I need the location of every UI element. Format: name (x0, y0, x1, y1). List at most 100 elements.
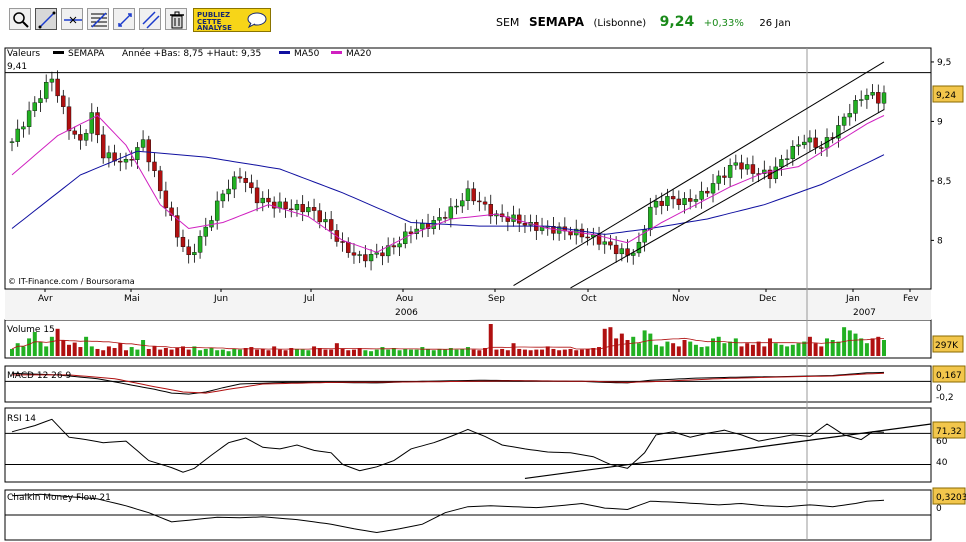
volume-bar (300, 349, 305, 356)
volume-bar (722, 343, 727, 356)
volume-bar (807, 336, 812, 356)
volume-bar (38, 341, 43, 356)
candle-body (32, 102, 37, 111)
volume-bar (158, 349, 163, 356)
month-label: Jan (845, 294, 860, 304)
volume-bar (72, 342, 77, 356)
candle-body (317, 210, 322, 223)
volume-bar (716, 336, 721, 356)
candle-body (482, 201, 488, 205)
candle-body (146, 139, 151, 163)
candle-body (437, 217, 442, 221)
candle-body (311, 207, 317, 211)
candle-body (197, 236, 203, 253)
candle-body (55, 78, 60, 97)
volume-bar (876, 336, 881, 356)
volume-bar (414, 349, 419, 356)
volume-bar (112, 348, 117, 356)
candle-body (214, 200, 220, 221)
volume-bar (574, 350, 579, 356)
candle-body (49, 78, 55, 83)
candle-body (784, 158, 790, 160)
volume-bar (351, 349, 356, 356)
volume-bar (66, 344, 71, 356)
fibonacci-icon[interactable] (87, 8, 109, 30)
volume-bar (813, 343, 818, 356)
volume-bar (346, 350, 351, 356)
volume-bar (853, 333, 858, 356)
candle-body (665, 196, 670, 206)
trash-icon[interactable] (165, 8, 187, 30)
volume-bar (762, 346, 767, 356)
volume-bar (728, 341, 733, 356)
speech-bubble-icon (247, 12, 267, 28)
month-label: Avr (38, 294, 53, 304)
rsi-tick-40: 40 (936, 458, 948, 468)
volume-bar (682, 340, 687, 356)
candle-body (351, 252, 357, 256)
volume-bar (773, 343, 778, 356)
volume-bar (551, 348, 556, 356)
candle-body (249, 182, 254, 189)
candle-body (220, 193, 226, 202)
volume-bar (397, 350, 402, 356)
volume-bar (237, 349, 242, 356)
candle-body (100, 134, 106, 159)
cmf-pane-title: Chalkin Money Flow 21 (7, 493, 111, 503)
candle-body (670, 196, 676, 200)
rsi-tick-60: 60 (936, 437, 948, 447)
volume-bar (768, 338, 773, 356)
publish-analysis-button[interactable]: PUBLIEZ CETTE ANALYSE (193, 8, 271, 32)
candle-body (853, 100, 858, 114)
month-label: Oct (581, 294, 597, 304)
volume-bar (511, 343, 516, 356)
semapa-legend-swatch (53, 51, 64, 54)
candle-body (608, 241, 613, 246)
draw-line-icon[interactable] (35, 8, 57, 30)
horizontal-line-icon[interactable] (61, 8, 83, 30)
ma50-legend-swatch (279, 51, 290, 54)
volume-bar (517, 348, 522, 356)
volume-bar (95, 348, 100, 356)
volume-bar (129, 347, 134, 356)
candle-body (864, 94, 870, 100)
price-pane-title: Valeurs (7, 49, 40, 59)
candle-body (300, 204, 305, 213)
candle-body (89, 112, 94, 134)
vertical-line-icon[interactable] (113, 8, 135, 30)
month-label: Sep (488, 294, 505, 304)
candle-body (722, 175, 727, 178)
volume-bar (454, 349, 459, 356)
volume-bar (380, 347, 385, 356)
volume-bar (802, 341, 807, 356)
candle-body (750, 164, 756, 174)
cmf-line (11, 493, 885, 534)
candle-body (648, 206, 653, 230)
volume-bar (579, 349, 584, 356)
zoom-icon[interactable] (9, 8, 31, 30)
macd-tick-neg: -0,2 (936, 393, 954, 403)
candle-body (397, 243, 402, 248)
date-axis-band (5, 289, 931, 320)
candle-body (517, 214, 522, 224)
parallel-lines-icon[interactable] (139, 8, 161, 30)
volume-bar (779, 344, 784, 356)
volume-bar (277, 349, 282, 356)
volume-bar (465, 347, 470, 356)
volume-bar (471, 349, 476, 356)
candle-body (807, 137, 813, 143)
candle-body (779, 159, 784, 168)
candle-body (266, 197, 271, 203)
volume-bar (642, 330, 647, 356)
candle-body (232, 176, 237, 190)
quote-market: SEM (496, 16, 520, 29)
volume-bar (602, 328, 607, 356)
volume-bar (294, 348, 299, 356)
candle-body (83, 133, 89, 141)
volume-bar (654, 344, 659, 356)
volume-bar (443, 349, 448, 356)
quote-change: +0,33% (703, 18, 744, 29)
volume-bar (488, 324, 493, 356)
volume-bar (44, 346, 49, 356)
candle-body (254, 187, 260, 204)
